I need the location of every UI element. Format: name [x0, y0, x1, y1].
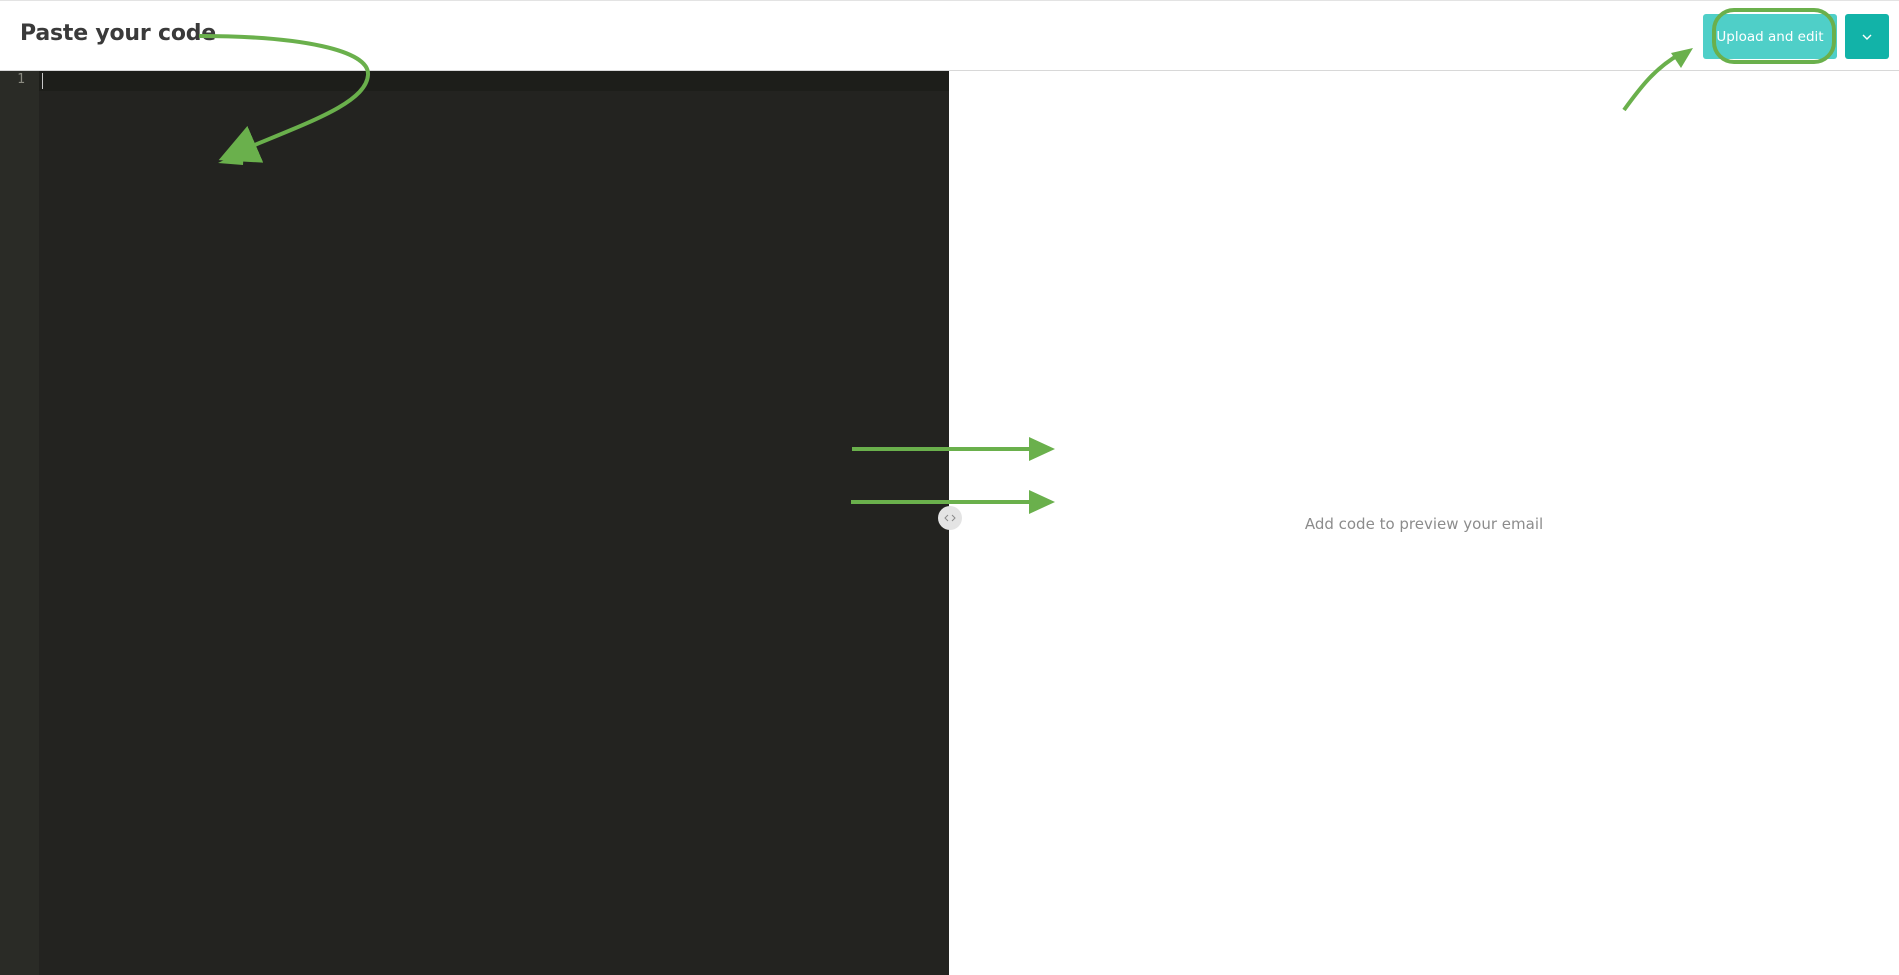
page-title: Paste your code — [20, 21, 217, 46]
line-number: 1 — [17, 72, 25, 87]
chevron-down-icon — [1861, 33, 1873, 41]
active-line-highlight — [39, 71, 949, 91]
upload-and-edit-button[interactable]: Upload and edit — [1703, 14, 1837, 59]
code-editor[interactable]: 1 — [0, 71, 949, 975]
app-page: Paste your code Upload and edit 1 Add co… — [0, 0, 1899, 975]
top-header: Paste your code Upload and edit — [0, 0, 1899, 71]
drag-handle-icon — [944, 514, 956, 522]
line-number-gutter: 1 — [0, 71, 39, 975]
pane-resize-handle[interactable] — [938, 506, 962, 530]
text-cursor — [42, 73, 43, 89]
preview-empty-message: Add code to preview your email — [1304, 515, 1544, 533]
email-preview-pane: Add code to preview your email — [949, 71, 1899, 975]
upload-options-dropdown-button[interactable] — [1845, 14, 1889, 59]
